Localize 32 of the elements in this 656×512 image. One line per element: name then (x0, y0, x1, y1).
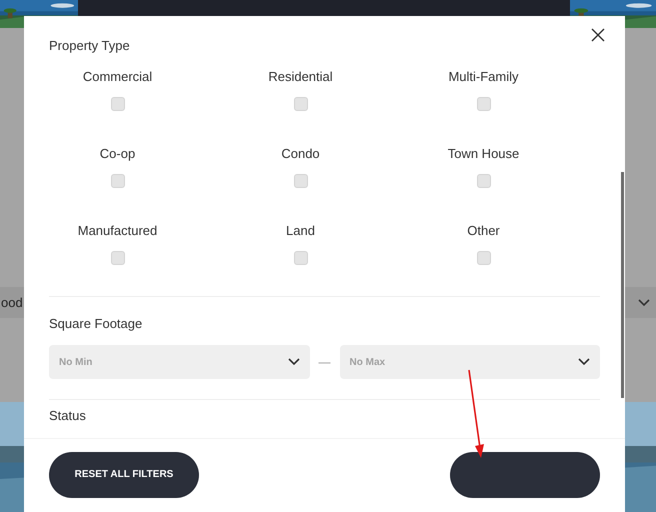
checkbox[interactable] (110, 174, 124, 188)
checkbox[interactable] (110, 251, 124, 265)
section-title: Square Footage (49, 315, 144, 333)
option-label: Land (286, 222, 315, 240)
option-label: Residential (268, 68, 333, 86)
dropdown-text: ood (1, 294, 23, 312)
min-select[interactable]: No Min (49, 345, 310, 379)
chevron-down-icon (638, 298, 650, 306)
section-title: Property Type (49, 37, 131, 55)
apply-button[interactable] (450, 452, 600, 498)
option-label: Town House (448, 145, 520, 163)
reset-filters-button[interactable]: RESET ALL FILTERS (49, 452, 199, 498)
close-icon (591, 28, 605, 42)
close-button[interactable] (591, 28, 605, 42)
checkbox[interactable] (294, 174, 308, 188)
checkbox[interactable] (476, 97, 490, 111)
chevron-down-icon (578, 358, 590, 366)
checkbox[interactable] (110, 97, 124, 111)
option-label: Co-op (100, 145, 136, 163)
option-label: Condo (281, 145, 320, 163)
range-separator: — (318, 354, 330, 371)
option-label: Other (467, 222, 500, 240)
checkbox[interactable] (476, 174, 490, 188)
max-select[interactable]: No Max (340, 345, 600, 379)
checkbox[interactable] (294, 97, 308, 111)
checkbox[interactable] (294, 251, 308, 265)
option-label: Commercial (82, 68, 152, 86)
checkbox[interactable] (476, 251, 490, 265)
option-label: Multi-Family (448, 68, 519, 86)
section-title: Status (49, 408, 87, 424)
chevron-down-icon (288, 358, 300, 366)
option-label: Manufactured (78, 222, 158, 240)
